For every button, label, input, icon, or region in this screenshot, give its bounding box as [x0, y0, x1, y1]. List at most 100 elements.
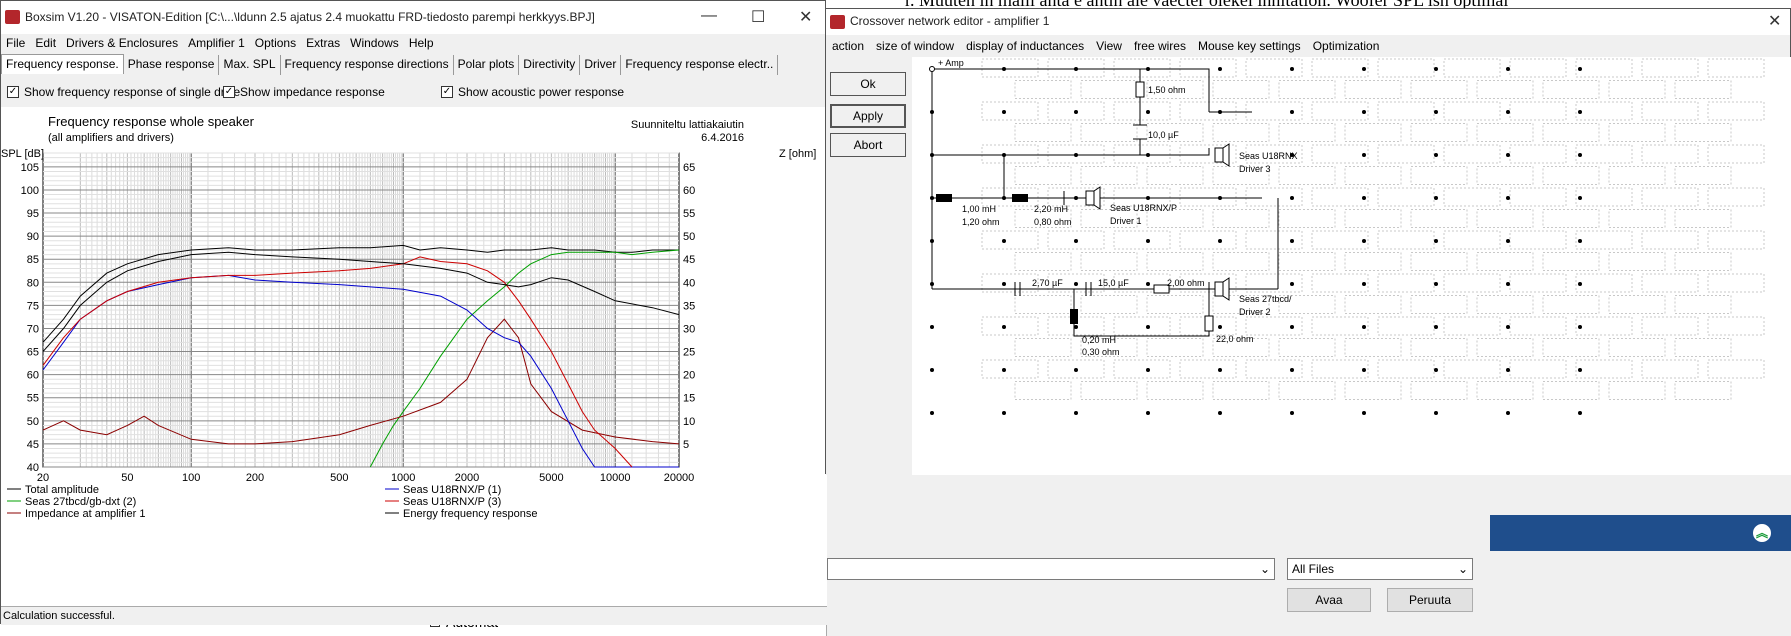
menu-action[interactable]: action	[826, 35, 870, 57]
menu-mouse-key-settings[interactable]: Mouse key settings	[1192, 35, 1307, 57]
close-icon[interactable]: ✕	[1768, 11, 1781, 31]
minimize-icon[interactable]: —	[701, 7, 717, 25]
placeholder-cell	[1080, 166, 1138, 185]
placeholder-cell	[1278, 166, 1336, 185]
placeholder-cell	[1542, 123, 1600, 142]
y2-tick-label: 20	[683, 370, 695, 382]
placeholder-cell	[1674, 209, 1732, 228]
placeholder-cell	[1509, 359, 1567, 379]
grid-node	[1434, 239, 1438, 243]
placeholder-cell	[1212, 209, 1270, 228]
menu-amplifier[interactable]: Amplifier 1	[183, 34, 250, 52]
placeholder-cell	[1212, 252, 1270, 271]
tab-polar-plots[interactable]: Polar plots	[453, 55, 520, 75]
menu-edit[interactable]: Edit	[30, 34, 61, 52]
checkbox-acoustic-power[interactable]: ✓ Show acoustic power response	[441, 85, 624, 99]
close-icon[interactable]: ✕	[799, 7, 812, 27]
grid-node	[1578, 196, 1582, 200]
l3-value: 0,20 mH	[1082, 335, 1116, 345]
placeholder-cell	[1179, 58, 1237, 78]
grid-node	[1146, 325, 1150, 329]
placeholder-cell	[1410, 381, 1468, 400]
placeholder-cell	[1674, 381, 1732, 400]
file-open-dialog: ⌄ All Files ⌄ Avaa Peruuta	[826, 470, 1490, 636]
menu-file[interactable]: File	[1, 34, 30, 52]
menu-extras[interactable]: Extras	[301, 34, 345, 52]
tab-driver[interactable]: Driver	[580, 55, 622, 75]
grid-node	[1362, 153, 1366, 157]
tab-directivity[interactable]: Directivity	[519, 55, 581, 75]
tab-frequency-response-directions[interactable]: Frequency response directions	[280, 55, 454, 75]
placeholder-cell	[1443, 58, 1501, 78]
placeholder-cell	[1476, 80, 1534, 99]
menu-help[interactable]: Help	[404, 34, 439, 52]
placeholder-cell	[1707, 187, 1765, 207]
y-tick-label: 95	[27, 208, 39, 220]
checkbox-single-drive[interactable]: ✓ Show frequency response of single drive	[7, 85, 240, 99]
chart-legend: Total amplitudeSeas 27tbcd/gb-dxt (2)Imp…	[7, 484, 538, 520]
tab-frequency-response[interactable]: Frequency response.	[1, 54, 124, 74]
schematic-components	[929, 66, 1230, 332]
placeholder-cell	[1344, 338, 1402, 357]
placeholder-cell	[1641, 187, 1699, 207]
cancel-button[interactable]: Peruuta	[1387, 588, 1473, 612]
grid-node	[1218, 325, 1222, 329]
c1-value: 10,0 µF	[1148, 130, 1179, 140]
placeholder-cell	[1146, 381, 1204, 400]
grid-node	[1146, 282, 1150, 286]
driver3-name: Seas U18RNX	[1239, 151, 1298, 161]
placeholder-cell	[1707, 58, 1765, 78]
open-button[interactable]: Avaa	[1287, 588, 1371, 612]
checkbox-impedance[interactable]: ✓ Show impedance response	[223, 85, 385, 99]
x-tick-label: 10000	[600, 472, 631, 484]
y-tick-label: 85	[27, 254, 39, 266]
legend-entry: Seas 27tbcd/gb-dxt (2)	[25, 496, 136, 508]
apply-button[interactable]: Apply	[830, 104, 906, 128]
menu-windows[interactable]: Windows	[345, 34, 404, 52]
menu-view[interactable]: View	[1090, 35, 1128, 57]
placeholder-cell	[1575, 101, 1633, 121]
menu-display-of-inductances[interactable]: display of inductances	[960, 35, 1090, 57]
grid-node	[1146, 239, 1150, 243]
placeholder-cell	[1476, 338, 1534, 357]
grid-node	[1290, 325, 1294, 329]
file-type-select[interactable]: All Files ⌄	[1287, 558, 1473, 580]
placeholder-cell	[1212, 381, 1270, 400]
grid-node	[1506, 325, 1510, 329]
y-tick-label: 100	[21, 185, 39, 197]
placeholder-cell	[1641, 230, 1699, 250]
placeholder-cell	[1542, 381, 1600, 400]
menu-optimization[interactable]: Optimization	[1307, 35, 1386, 57]
tab-frequency-response-electrical[interactable]: Frequency response electr..	[621, 55, 779, 75]
placeholder-cell	[1608, 209, 1666, 228]
tab-phase-response[interactable]: Phase response	[123, 55, 220, 75]
placeholder-cell	[1476, 381, 1534, 400]
y2-tick-label: 40	[683, 277, 695, 289]
tab-max-spl[interactable]: Max. SPL	[219, 55, 281, 75]
inductor-l2	[1012, 194, 1028, 202]
placeholder-cell	[1509, 144, 1567, 164]
placeholder-cell	[1146, 166, 1204, 185]
placeholder-cell	[1575, 58, 1633, 78]
checkmark-icon: ✓	[7, 86, 19, 98]
chart-title: Frequency response whole speaker	[48, 114, 255, 129]
menu-options[interactable]: Options	[250, 34, 301, 52]
placeholder-cell	[981, 316, 1039, 336]
placeholder-cell	[1311, 101, 1369, 121]
title-bar: Boxsim V1.20 - VISATON-Edition [C:\...\l…	[1, 1, 825, 34]
placeholder-cell	[1377, 58, 1435, 78]
menu-size-of-window[interactable]: size of window	[870, 35, 960, 57]
maximize-icon[interactable]: ☐	[751, 7, 765, 27]
crossover-menu-bar: action size of window display of inductanc…	[826, 35, 1385, 57]
grid-node	[1578, 110, 1582, 114]
ok-button[interactable]: Ok	[830, 72, 906, 96]
placeholder-cell	[1443, 359, 1501, 379]
abort-button[interactable]: Abort	[830, 133, 906, 157]
filename-combo[interactable]: ⌄	[827, 558, 1275, 580]
menu-drivers-enclosures[interactable]: Drivers & Enclosures	[61, 34, 183, 52]
placeholder-cell	[1443, 144, 1501, 164]
menu-free-wires[interactable]: free wires	[1128, 35, 1192, 57]
placeholder-cell	[1377, 144, 1435, 164]
placeholder-cell	[1509, 101, 1567, 121]
collapse-chevron-icon[interactable]: ︽	[1752, 523, 1772, 543]
